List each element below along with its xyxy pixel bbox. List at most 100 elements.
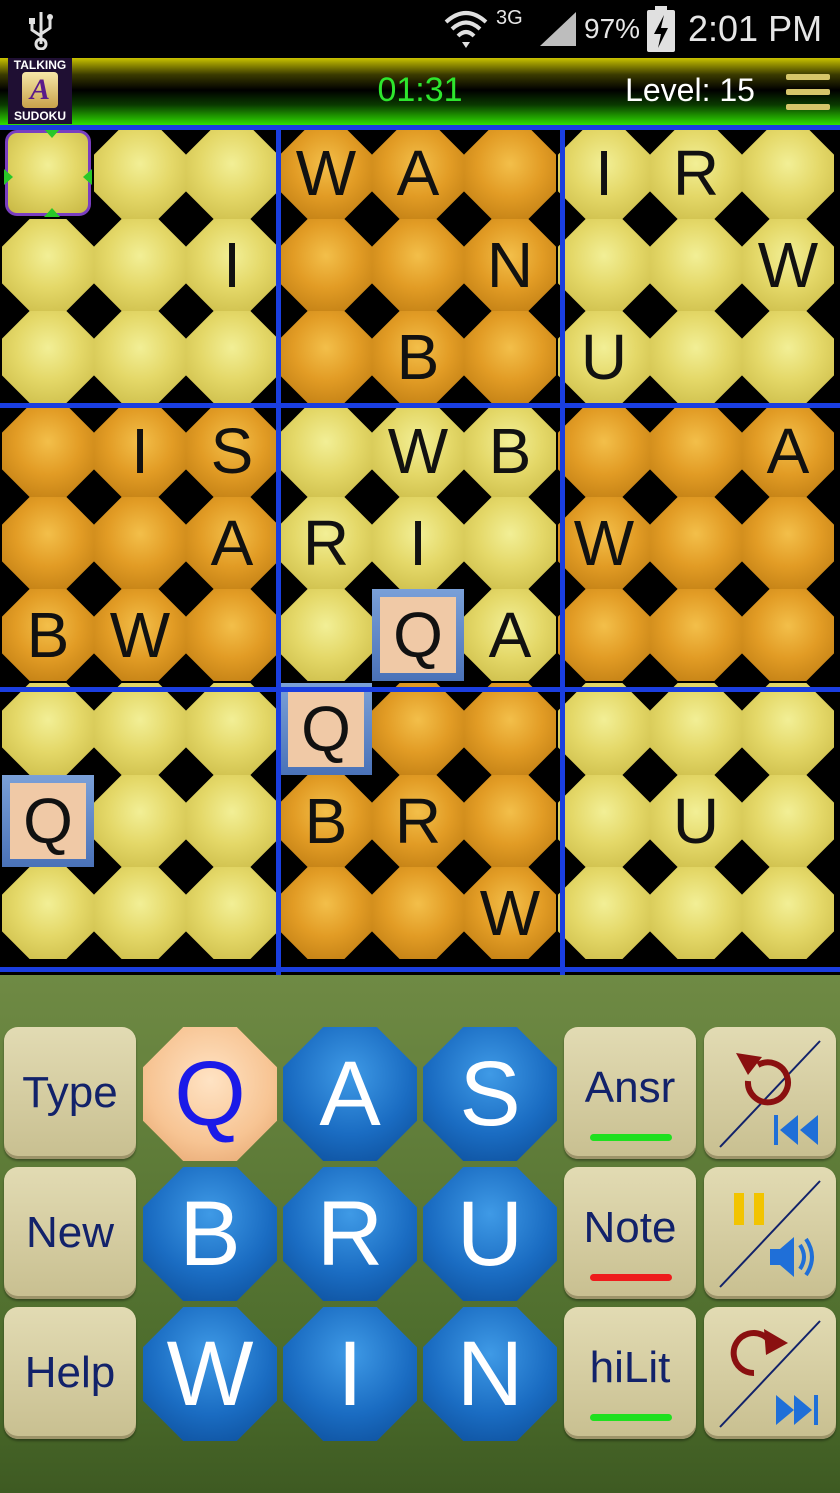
board-cell-r6-c3[interactable] (186, 589, 278, 681)
board-cell-r8-c5[interactable]: R (372, 775, 464, 867)
board-cell-r6-c7[interactable] (558, 589, 650, 681)
board-cell-r4-c9[interactable]: A (742, 405, 834, 497)
undo-rewind-button[interactable] (704, 1027, 836, 1159)
selected-cell[interactable] (2, 127, 94, 219)
board-cell-r5-c6[interactable] (464, 497, 556, 589)
board-cell-r8-c4[interactable]: B (280, 775, 372, 867)
letter-key-i[interactable]: I (283, 1307, 417, 1441)
board-cell-r4-c3[interactable]: S (186, 405, 278, 497)
board-cell-r7-c7[interactable] (558, 683, 650, 775)
board-cell-r1-c9[interactable] (742, 127, 834, 219)
board-cell-r4-c8[interactable] (650, 405, 742, 497)
board-cell-r3-c7[interactable]: U (558, 311, 650, 403)
board-cell-r3-c8[interactable] (650, 311, 742, 403)
board-cell-r6-c6[interactable]: A (464, 589, 556, 681)
board-cell-r3-c4[interactable] (280, 311, 372, 403)
board-cell-r7-c3[interactable] (186, 683, 278, 775)
board-cell-r6-c4[interactable] (280, 589, 372, 681)
board-cell-r9-c7[interactable] (558, 867, 650, 959)
board-cell-r5-c8[interactable] (650, 497, 742, 589)
board-cell-r9-c3[interactable] (186, 867, 278, 959)
board-cell-r7-c9[interactable] (742, 683, 834, 775)
board-cell-r2-c6[interactable]: N (464, 219, 556, 311)
type-button[interactable]: Type (4, 1027, 136, 1159)
board-cell-r8-c3[interactable] (186, 775, 278, 867)
board-cell-r9-c5[interactable] (372, 867, 464, 959)
highlight-mode-button[interactable]: hiLit (564, 1307, 696, 1439)
letter-key-n[interactable]: N (423, 1307, 557, 1441)
board-cell-r4-c6[interactable]: B (464, 405, 556, 497)
board-cell-r4-c5[interactable]: W (372, 405, 464, 497)
board-cell-r2-c1[interactable] (2, 219, 94, 311)
letter-key-w[interactable]: W (143, 1307, 277, 1441)
redo-forward-button[interactable] (704, 1307, 836, 1439)
board-cell-r1-c6[interactable] (464, 127, 556, 219)
board-cell-r4-c1[interactable] (2, 405, 94, 497)
board-cell-r6-c9[interactable] (742, 589, 834, 681)
letter-key-r[interactable]: R (283, 1167, 417, 1301)
board-cell-r8-c8[interactable]: U (650, 775, 742, 867)
board-cell-r3-c1[interactable] (2, 311, 94, 403)
board-cell-r9-c8[interactable] (650, 867, 742, 959)
board-cell-r4-c7[interactable] (558, 405, 650, 497)
board-cell-r2-c9[interactable]: W (742, 219, 834, 311)
board-cell-r3-c6[interactable] (464, 311, 556, 403)
board-cell-r4-c2[interactable]: I (94, 405, 186, 497)
board-cell-r9-c9[interactable] (742, 867, 834, 959)
board-cell-r7-c1[interactable] (2, 683, 94, 775)
board-cell-r5-c7[interactable]: W (558, 497, 650, 589)
pause-sound-button[interactable] (704, 1167, 836, 1299)
board-cell-r8-c9[interactable] (742, 775, 834, 867)
board-cell-r1-c5[interactable]: A (372, 127, 464, 219)
help-button[interactable]: Help (4, 1307, 136, 1439)
board-cell-r3-c2[interactable] (94, 311, 186, 403)
board-cell-r2-c7[interactable] (558, 219, 650, 311)
board-cell-r6-c8[interactable] (650, 589, 742, 681)
letter-key-s[interactable]: S (423, 1027, 557, 1161)
board-cell-r2-c4[interactable] (280, 219, 372, 311)
board-cell-r1-c4[interactable]: W (280, 127, 372, 219)
board-cell-r5-c1[interactable] (2, 497, 94, 589)
board-cell-r5-c5[interactable]: I (372, 497, 464, 589)
board-cell-r8-c7[interactable] (558, 775, 650, 867)
board-cell-r6-c2[interactable]: W (94, 589, 186, 681)
board-cell-r9-c6[interactable]: W (464, 867, 556, 959)
board-cell-r9-c4[interactable] (280, 867, 372, 959)
board-cell-r2-c8[interactable] (650, 219, 742, 311)
board-cell-r7-c5[interactable] (372, 683, 464, 775)
board-cell-r4-c4[interactable] (280, 405, 372, 497)
board-cell-r3-c3[interactable] (186, 311, 278, 403)
board-cell-r5-c4[interactable]: R (280, 497, 372, 589)
answer-mode-button[interactable]: Ansr (564, 1027, 696, 1159)
board-cell-r9-c2[interactable] (94, 867, 186, 959)
board-cell-r6-c5[interactable]: Q (372, 589, 464, 681)
board-cell-r8-c6[interactable] (464, 775, 556, 867)
board-cell-r8-c2[interactable] (94, 775, 186, 867)
board-cell-r5-c3[interactable]: A (186, 497, 278, 589)
board-cell-r9-c1[interactable] (2, 867, 94, 959)
board-cell-r7-c6[interactable] (464, 683, 556, 775)
board-cell-r1-c8[interactable]: R (650, 127, 742, 219)
new-button[interactable]: New (4, 1167, 136, 1299)
board-cell-r1-c7[interactable]: I (558, 127, 650, 219)
menu-icon[interactable] (786, 74, 830, 110)
board-cell-r1-c3[interactable] (186, 127, 278, 219)
board-cell-r6-c1[interactable]: B (2, 589, 94, 681)
board-cell-r7-c4[interactable]: Q (280, 683, 372, 775)
note-mode-button[interactable]: Note (564, 1167, 696, 1299)
board-cell-r1-c2[interactable] (94, 127, 186, 219)
board-cell-r7-c2[interactable] (94, 683, 186, 775)
board-cell-r2-c2[interactable] (94, 219, 186, 311)
board-cell-r8-c1[interactable]: Q (2, 775, 94, 867)
board-cell-r3-c9[interactable] (742, 311, 834, 403)
letter-key-u[interactable]: U (423, 1167, 557, 1301)
board-cell-r2-c3[interactable]: I (186, 219, 278, 311)
board-cell-r3-c5[interactable]: B (372, 311, 464, 403)
letter-key-q[interactable]: Q (143, 1027, 277, 1161)
board-cell-r2-c5[interactable] (372, 219, 464, 311)
board-cell-r5-c9[interactable] (742, 497, 834, 589)
board-cell-r7-c8[interactable] (650, 683, 742, 775)
board-cell-r5-c2[interactable] (94, 497, 186, 589)
letter-key-b[interactable]: B (143, 1167, 277, 1301)
letter-key-a[interactable]: A (283, 1027, 417, 1161)
